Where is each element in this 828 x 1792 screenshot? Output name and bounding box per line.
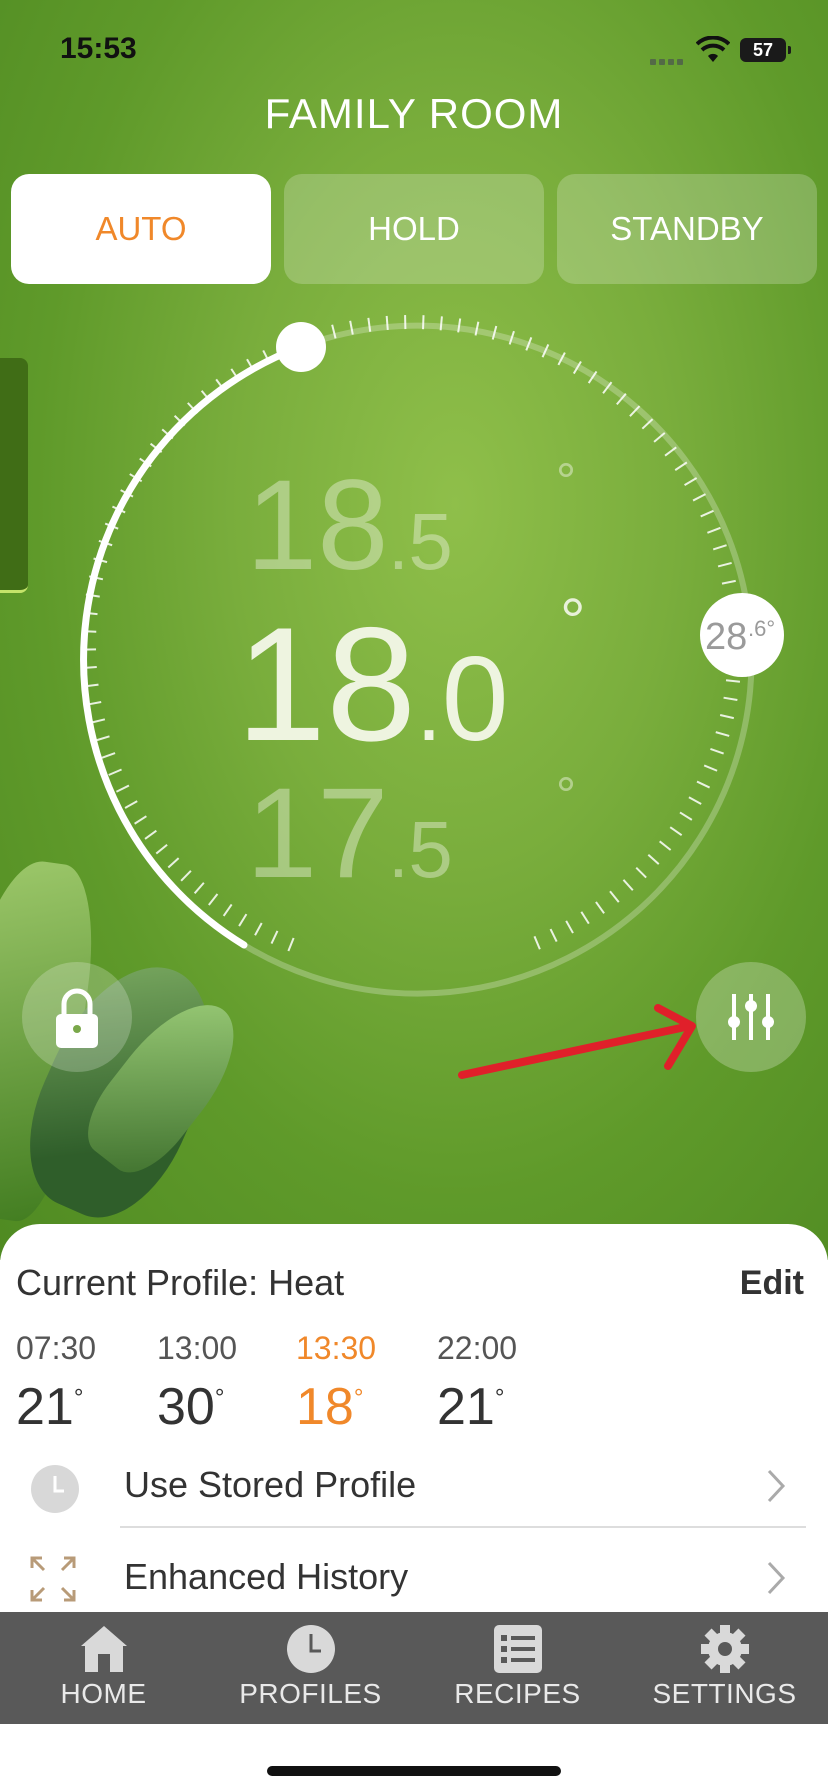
tab-label: HOME — [60, 1678, 147, 1709]
edit-profile-button[interactable]: Edit — [740, 1264, 804, 1303]
clock-icon — [286, 1625, 335, 1673]
tab-settings[interactable]: SETTINGS — [621, 1612, 828, 1724]
row-divider — [120, 1526, 806, 1528]
home-icon — [80, 1626, 127, 1672]
use-stored-profile-row[interactable]: Use Stored Profile — [0, 1442, 828, 1532]
profile-slot: 13:00 30° — [157, 1330, 297, 1437]
slot-time: 13:00 — [157, 1330, 238, 1366]
tab-label: PROFILES — [239, 1678, 382, 1709]
profile-slot: 07:30 21° — [16, 1330, 156, 1437]
profile-slot: 22:00 21° — [437, 1330, 577, 1437]
slot-temp: 30° — [157, 1378, 225, 1436]
tab-label: SETTINGS — [652, 1678, 797, 1709]
profile-panel: Current Profile: Heat Edit 07:30 21° 13:… — [0, 1224, 828, 1612]
tab-bar: HOME PROFILES RECIPES SETTINGS — [0, 1612, 828, 1724]
expand-icon — [30, 1556, 76, 1602]
slot-time: 13:30 — [296, 1330, 377, 1366]
tab-recipes[interactable]: RECIPES — [414, 1612, 621, 1724]
tab-profiles[interactable]: PROFILES — [207, 1612, 414, 1724]
profile-slot-current: 13:30 18° — [296, 1330, 436, 1437]
enhanced-history-row[interactable]: Enhanced History — [0, 1534, 828, 1624]
profile-title: Current Profile: Heat — [16, 1262, 345, 1303]
tab-home[interactable]: HOME — [0, 1612, 207, 1724]
clock-icon — [31, 1465, 79, 1513]
slot-time: 07:30 — [16, 1330, 97, 1366]
row-label: Enhanced History — [124, 1556, 409, 1597]
row-label: Use Stored Profile — [124, 1464, 417, 1505]
slot-temp: 21° — [437, 1378, 505, 1436]
annotation-arrow — [458, 1004, 696, 1079]
slot-temp: 21° — [16, 1378, 84, 1436]
list-icon — [493, 1625, 542, 1673]
tab-label: RECIPES — [454, 1678, 581, 1709]
slot-temp: 18° — [296, 1378, 364, 1436]
chevron-right-icon — [767, 1561, 786, 1595]
chevron-right-icon — [767, 1469, 786, 1503]
gear-icon — [700, 1625, 749, 1673]
home-indicator — [267, 1766, 561, 1776]
slot-time: 22:00 — [437, 1330, 518, 1366]
